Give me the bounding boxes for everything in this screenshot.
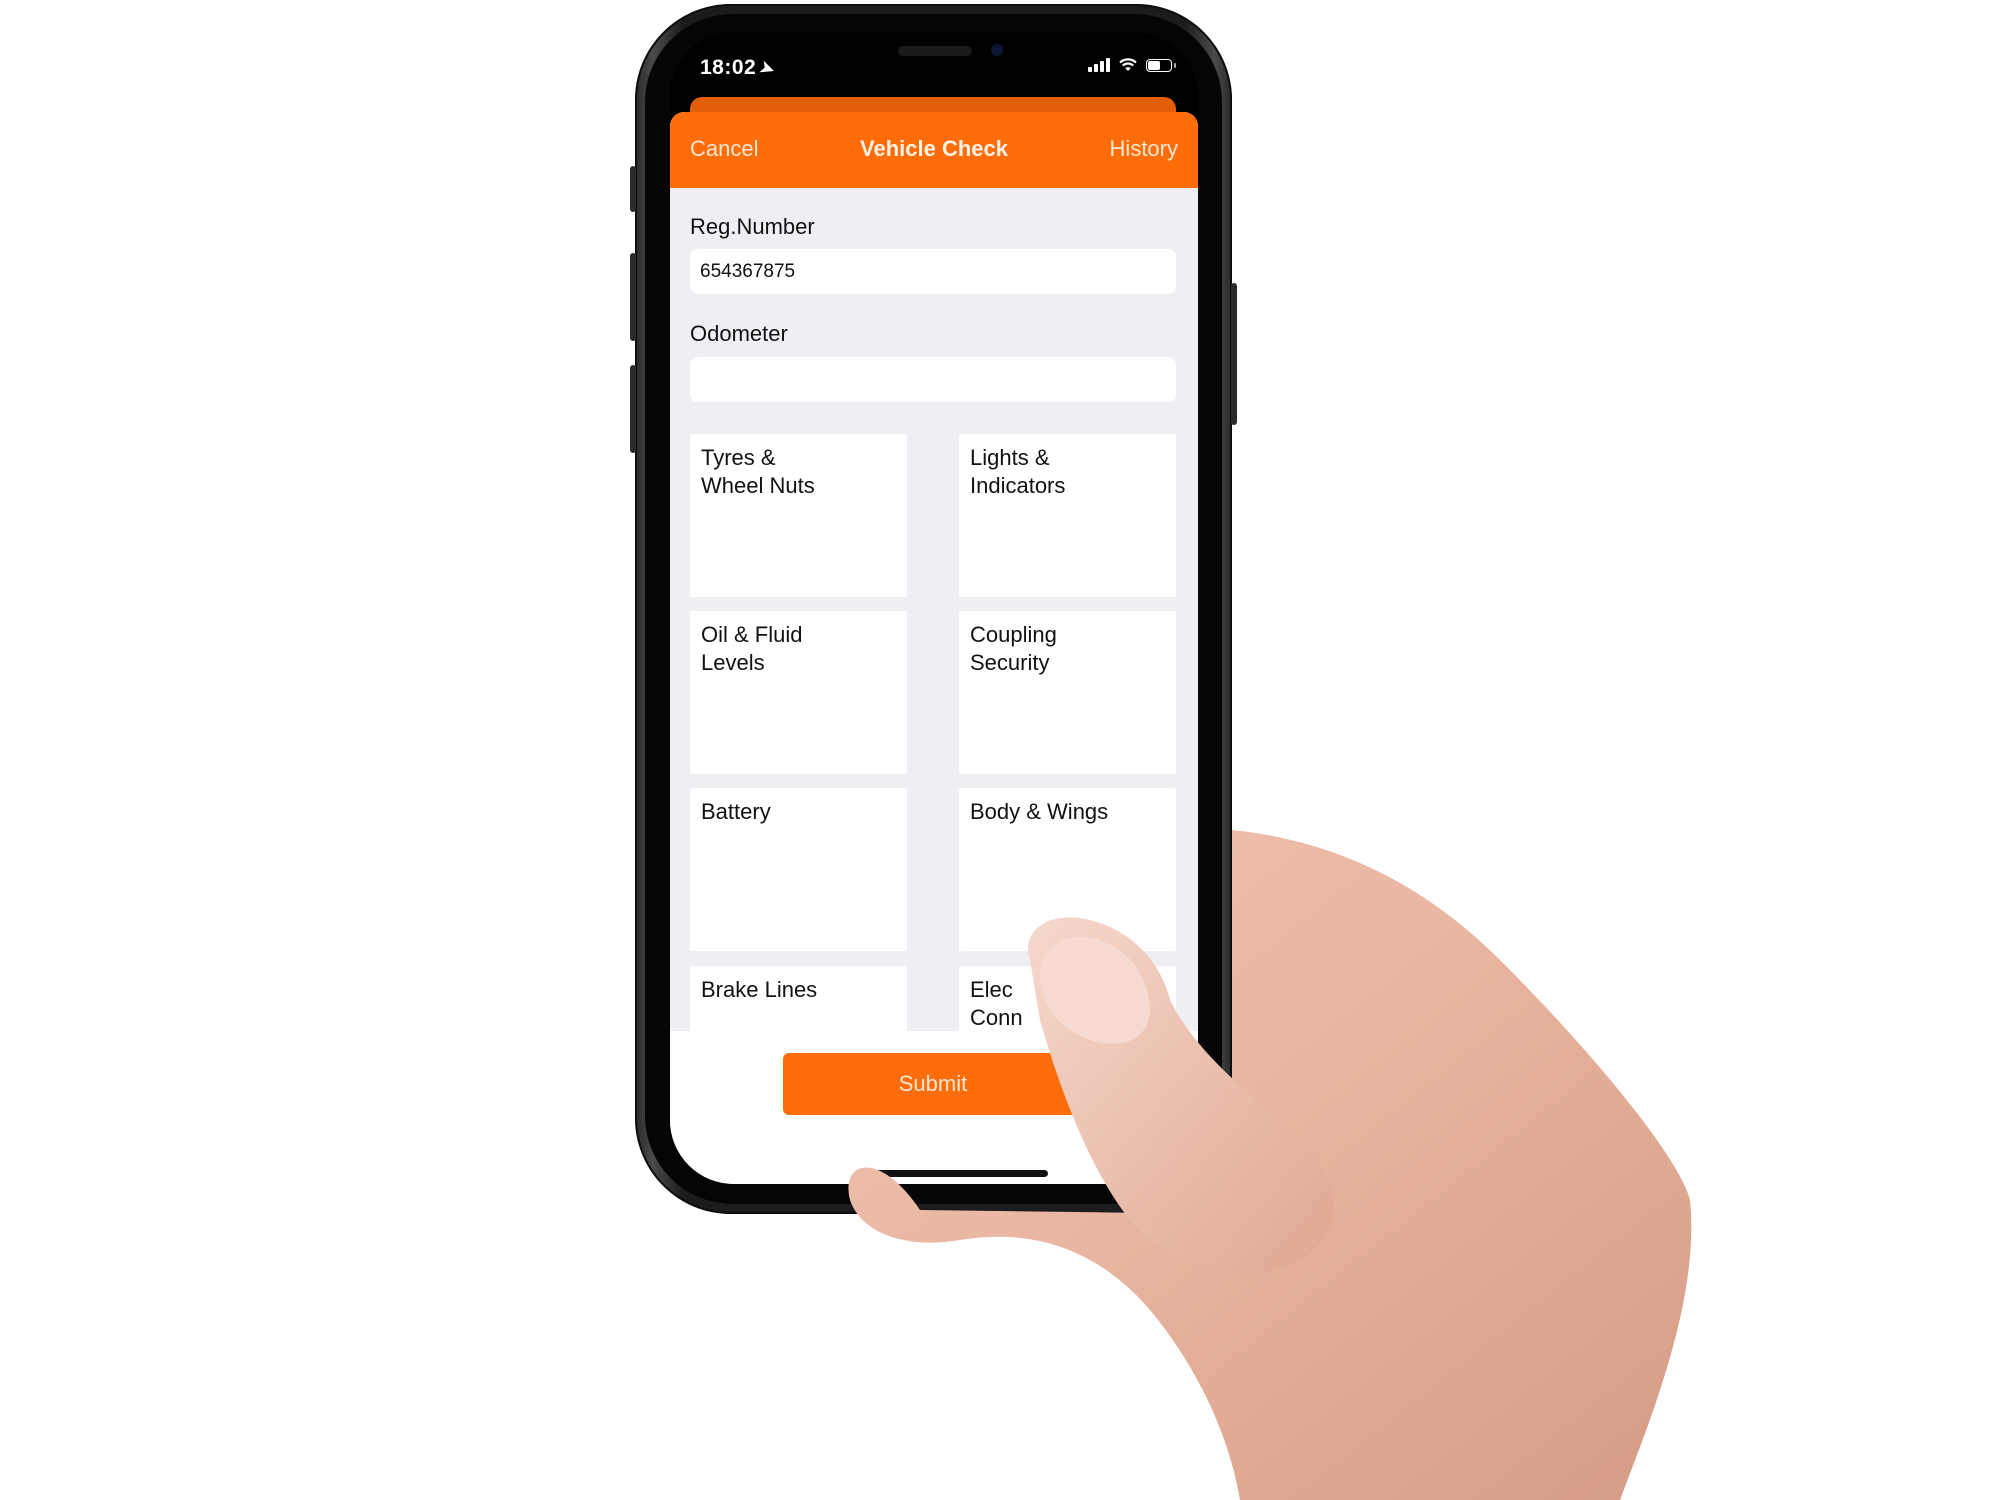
odometer-input[interactable] bbox=[690, 357, 1176, 402]
battery-fill bbox=[1148, 60, 1160, 70]
check-tile-lights[interactable]: Lights & Indicators bbox=[959, 434, 1176, 597]
phone-screen: 18:02➤ Cancel Vehicle Check History Reg.… bbox=[670, 32, 1198, 1184]
reg-number-label: Reg.Number bbox=[690, 214, 815, 239]
wifi-icon bbox=[1119, 58, 1137, 71]
tile-label: Indicators bbox=[970, 473, 1066, 498]
volume-up-button bbox=[630, 253, 636, 341]
check-tile-body[interactable]: Body & Wings bbox=[959, 788, 1176, 951]
status-bar: 18:02➤ bbox=[670, 32, 1198, 102]
history-button[interactable]: History bbox=[1110, 136, 1178, 162]
front-camera bbox=[991, 44, 1003, 56]
tile-label: Wheel Nuts bbox=[701, 473, 815, 498]
bottom-bar: Submit bbox=[670, 1031, 1198, 1184]
navigation-bar: Cancel Vehicle Check History bbox=[670, 112, 1198, 188]
vehicle-check-sheet: Cancel Vehicle Check History Reg.Number … bbox=[670, 112, 1198, 1184]
tile-label: Lights & bbox=[970, 445, 1050, 470]
tile-label: Tyres & bbox=[701, 445, 776, 470]
tile-label: Battery bbox=[701, 799, 771, 824]
home-indicator bbox=[858, 1170, 1048, 1177]
speaker-grille bbox=[898, 46, 972, 56]
check-tile-oil[interactable]: Oil & Fluid Levels bbox=[690, 611, 907, 774]
status-icons bbox=[1088, 58, 1176, 72]
location-arrow-icon: ➤ bbox=[757, 57, 778, 80]
tile-label: Elec bbox=[970, 977, 1013, 1002]
tile-label: Levels bbox=[701, 650, 765, 675]
check-tile-battery[interactable]: Battery bbox=[690, 788, 907, 951]
status-time: 18:02➤ bbox=[700, 56, 778, 80]
time-text: 18:02 bbox=[700, 56, 757, 79]
submit-button[interactable]: Submit bbox=[783, 1053, 1083, 1115]
mute-switch bbox=[630, 166, 636, 212]
tile-label: Brake Lines bbox=[701, 977, 818, 1002]
check-tile-coupling[interactable]: Coupling Security bbox=[959, 611, 1176, 774]
odometer-label: Odometer bbox=[690, 321, 788, 346]
tile-label: Body & Wings bbox=[970, 799, 1109, 824]
power-button bbox=[1231, 283, 1237, 425]
tile-label: Coupling bbox=[970, 622, 1057, 647]
check-tile-tyres[interactable]: Tyres & Wheel Nuts bbox=[690, 434, 907, 597]
tile-label: Conn bbox=[970, 1005, 1023, 1030]
reg-number-input[interactable] bbox=[690, 249, 1176, 294]
battery-icon bbox=[1146, 58, 1176, 72]
tile-label: Security bbox=[970, 650, 1050, 675]
tile-label: Oil & Fluid bbox=[701, 622, 803, 647]
volume-down-button bbox=[630, 365, 636, 453]
cellular-signal-icon bbox=[1088, 58, 1110, 72]
